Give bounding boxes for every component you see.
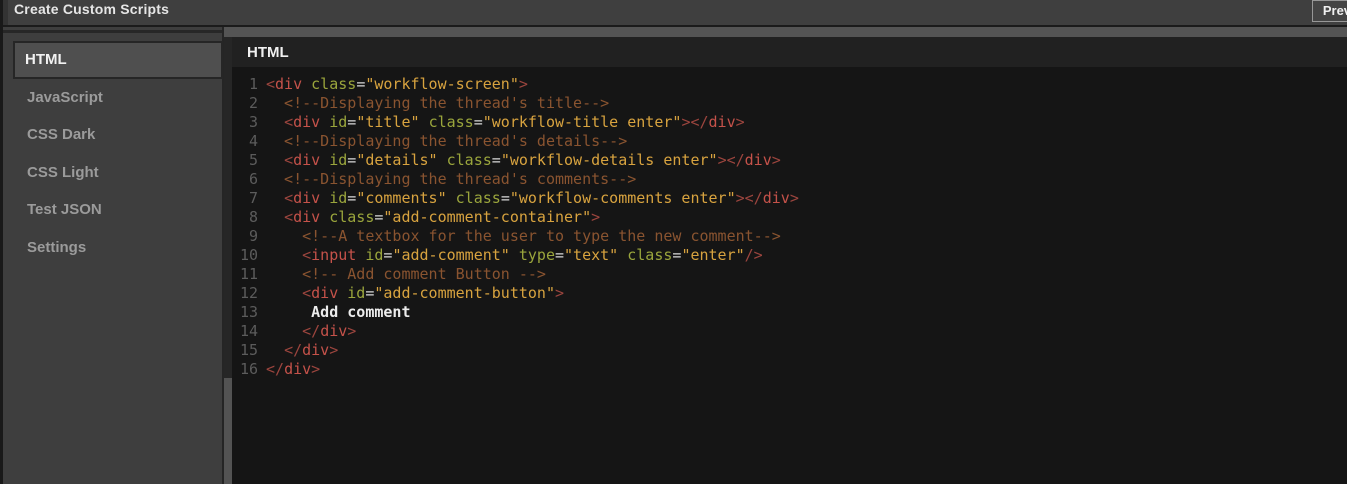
code-line[interactable]: 11 <!-- Add comment Button --> [232,265,1347,284]
editor-panel: HTML 1<div class="workflow-screen">2 <!-… [232,37,1347,484]
code-line-content: </div> [266,360,320,379]
code-line-content: <!--Displaying the thread's details--> [266,132,627,151]
sidebar-item-label: HTML [25,51,67,68]
code-line[interactable]: 9 <!--A textbox for the user to type the… [232,227,1347,246]
code-line-content: <!--Displaying the thread's title--> [266,94,609,113]
code-line[interactable]: 1 <div class="workflow-screen"> [232,75,1347,94]
line-number: 13 [232,303,258,322]
app: { "window": { "title": "Create Custom Sc… [0,0,1347,484]
line-number: 1 [232,75,258,94]
code-line-content: </div> [266,341,338,360]
code-line[interactable]: 7 <div id="comments" class="workflow-com… [232,189,1347,208]
line-number: 8 [232,208,258,227]
sidebar-item-label: Test JSON [27,201,102,218]
code-line-content: <input id="add-comment" type="text" clas… [266,246,763,265]
sidebar-items: HTML JavaScript CSS Dark CSS Light Test JSON… [3,41,222,266]
code-line[interactable]: 16 </div> [232,360,1347,379]
sidebar-item-settings[interactable]: Settings [3,229,222,267]
sidebar-item-label: CSS Light [27,164,99,181]
sidebar-top-border [3,30,222,33]
code-line[interactable]: 4 <!--Displaying the thread's details--> [232,132,1347,151]
line-number: 2 [232,94,258,113]
line-number: 14 [232,322,258,341]
line-number: 15 [232,341,258,360]
code-line-content: <!--Displaying the thread's comments--> [266,170,636,189]
line-number: 6 [232,170,258,189]
code-line[interactable]: 5 <div id="details" class="workflow-deta… [232,151,1347,170]
preview-button[interactable]: Preview [1312,0,1347,22]
code-line-content: <div id="comments" class="workflow-comme… [266,189,799,208]
sidebar-item-css-light[interactable]: CSS Light [3,154,222,192]
code-line[interactable]: 15 </div> [232,341,1347,360]
top-bar: Create Custom Scripts Preview [0,0,1347,27]
code-line-content: <!-- Add comment Button --> [266,265,546,284]
line-number: 9 [232,227,258,246]
line-number: 3 [232,113,258,132]
line-number: 10 [232,246,258,265]
sidebar-item-label: CSS Dark [27,126,95,143]
sidebar-item-html[interactable]: HTML [13,41,223,79]
code-line-content: <div class="workflow-screen"> [266,75,528,94]
code-line[interactable]: 12 <div id="add-comment-button"> [232,284,1347,303]
line-number: 4 [232,132,258,151]
line-number: 5 [232,151,258,170]
code-line[interactable]: 6 <!--Displaying the thread's comments--… [232,170,1347,189]
code-line[interactable]: 3 <div id="title" class="workflow-title … [232,113,1347,132]
line-number: 11 [232,265,258,284]
editor-panel-header: HTML [232,37,1347,67]
code-line[interactable]: 14 </div> [232,322,1347,341]
code-line-content: <div id="details" class="workflow-detail… [266,151,781,170]
toolbar-strip [224,27,1347,37]
code-line-content: <!--A textbox for the user to type the n… [266,227,781,246]
code-line[interactable]: 8 <div class="add-comment-container"> [232,208,1347,227]
code-line[interactable]: 2 <!--Displaying the thread's title--> [232,94,1347,113]
code-line-content: <div id="add-comment-button"> [266,284,564,303]
line-number: 16 [232,360,258,379]
sidebar: HTML JavaScript CSS Dark CSS Light Test JSON… [3,27,224,484]
editor-panel-title: HTML [247,44,289,61]
code-line-content: <div id="title" class="workflow-title en… [266,113,745,132]
sidebar-item-css-dark[interactable]: CSS Dark [3,116,222,154]
line-number: 7 [232,189,258,208]
code-line-content: </div> [266,322,356,341]
code-line[interactable]: 13 Add comment [232,303,1347,322]
code-line-content: Add comment [266,303,411,322]
sidebar-item-javascript[interactable]: JavaScript [3,79,222,117]
topbar-left-shade [3,0,8,25]
line-number: 12 [232,284,258,303]
sidebar-scrollbar[interactable] [224,37,232,484]
sidebar-item-label: JavaScript [27,89,103,106]
code-line-content: <div class="add-comment-container"> [266,208,600,227]
sidebar-item-label: Settings [27,239,86,256]
code-line[interactable]: 10 <input id="add-comment" type="text" c… [232,246,1347,265]
window-title: Create Custom Scripts [14,1,169,17]
sidebar-item-test-json[interactable]: Test JSON [3,191,222,229]
sidebar-scrollbar-thumb[interactable] [224,378,232,484]
code-editor[interactable]: 1<div class="workflow-screen">2 <!--Disp… [232,67,1347,484]
